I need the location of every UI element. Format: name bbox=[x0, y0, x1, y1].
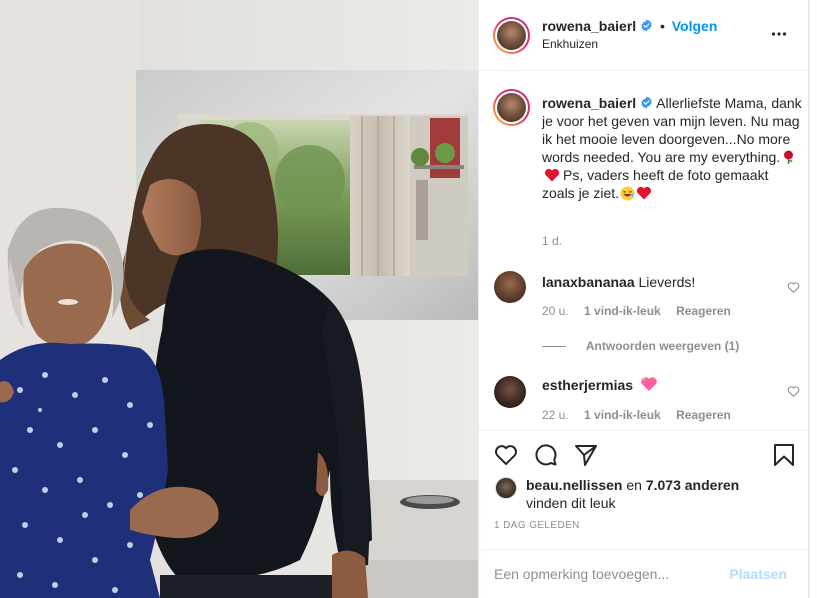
caption-text-part2: Ps, vaders heeft de foto gemaakt zoals j… bbox=[542, 167, 769, 201]
post-actions: beau.nellissen en 7.073 anderen vinden d… bbox=[479, 430, 809, 598]
comment-input[interactable] bbox=[494, 564, 714, 584]
author-avatar[interactable] bbox=[493, 17, 530, 54]
add-comment-bar: Plaatsen bbox=[479, 549, 809, 598]
likes-connector: en bbox=[626, 477, 642, 493]
view-replies-label: Antwoorden weergeven (1) bbox=[585, 339, 740, 353]
comment-time[interactable]: 20 u. bbox=[542, 304, 569, 318]
post-photo[interactable] bbox=[0, 0, 478, 598]
red-heart-emoji-icon bbox=[636, 186, 652, 200]
replies-divider bbox=[542, 345, 566, 347]
follow-button[interactable]: Volgen bbox=[672, 18, 718, 34]
post-comment-button[interactable]: Plaatsen bbox=[729, 566, 787, 582]
comment-time[interactable]: 22 u. bbox=[542, 408, 569, 422]
photo-illustration bbox=[0, 0, 478, 598]
comment-avatar[interactable] bbox=[494, 271, 526, 303]
scrollbar-thumb[interactable] bbox=[810, 0, 817, 598]
comment-meta: 20 u. 1 vind-ik-leuk Reageren bbox=[542, 304, 731, 318]
laughing-emoji-icon bbox=[620, 186, 635, 201]
reply-button[interactable]: Reageren bbox=[676, 408, 731, 422]
liker-username[interactable]: beau.nellissen bbox=[526, 477, 622, 493]
scrollbar[interactable] bbox=[808, 0, 817, 598]
post-location[interactable]: Enkhuizen bbox=[542, 37, 598, 51]
comment-username[interactable]: lanaxbananaa bbox=[542, 274, 635, 290]
comment-likes-count[interactable]: 1 vind-ik-leuk bbox=[584, 304, 661, 318]
comment-avatar[interactable] bbox=[494, 376, 526, 408]
instagram-post: rowena_baierl • Volgen Enkhuizen rowena_… bbox=[0, 0, 817, 598]
sparkling-heart-emoji-icon bbox=[641, 376, 657, 391]
author-username[interactable]: rowena_baierl bbox=[542, 18, 636, 34]
red-heart-emoji-icon bbox=[544, 168, 560, 182]
comment: lanaxbananaa Lieverds! bbox=[542, 274, 695, 290]
heart-icon[interactable] bbox=[494, 443, 518, 467]
comment: estherjermias bbox=[542, 376, 658, 393]
caption-avatar[interactable] bbox=[493, 89, 530, 126]
likes-suffix: vinden dit leuk bbox=[526, 495, 616, 511]
rose-emoji-icon bbox=[784, 150, 794, 164]
post-header: rowena_baierl • Volgen Enkhuizen bbox=[479, 0, 809, 71]
post-date[interactable]: 1 DAG GELEDEN bbox=[494, 520, 580, 531]
comment-like-heart-icon[interactable] bbox=[787, 385, 800, 398]
paper-plane-icon[interactable] bbox=[574, 443, 598, 467]
comment-text: Lieverds! bbox=[638, 274, 696, 290]
comment-meta: 22 u. 1 vind-ik-leuk Reageren bbox=[542, 408, 731, 422]
reply-button[interactable]: Reageren bbox=[676, 304, 731, 318]
verified-badge-icon bbox=[641, 96, 652, 109]
bookmark-icon[interactable] bbox=[773, 443, 795, 467]
caption: rowena_baierl Allerliefste Mama, dank je… bbox=[542, 94, 804, 202]
comment-like-heart-icon[interactable] bbox=[787, 281, 800, 294]
likes-count[interactable]: 7.073 anderen bbox=[646, 477, 739, 493]
caption-time[interactable]: 1 d. bbox=[542, 234, 562, 248]
header-title-line: rowena_baierl • Volgen bbox=[542, 18, 717, 34]
likes-summary: beau.nellissen en 7.073 anderen vinden d… bbox=[526, 476, 739, 512]
more-options-icon[interactable] bbox=[771, 26, 787, 42]
comment-username[interactable]: estherjermias bbox=[542, 377, 633, 393]
post-side-panel: rowena_baierl • Volgen Enkhuizen rowena_… bbox=[478, 0, 817, 598]
liker-avatar[interactable] bbox=[495, 477, 517, 499]
view-replies-button[interactable]: Antwoorden weergeven (1) bbox=[542, 337, 739, 353]
comments-section: rowena_baierl Allerliefste Mama, dank je… bbox=[479, 72, 809, 430]
comment-icon[interactable] bbox=[534, 443, 558, 467]
comment-likes-count[interactable]: 1 vind-ik-leuk bbox=[584, 408, 661, 422]
caption-username[interactable]: rowena_baierl bbox=[542, 95, 636, 111]
header-separator: • bbox=[659, 18, 665, 34]
verified-badge-icon bbox=[641, 19, 652, 32]
